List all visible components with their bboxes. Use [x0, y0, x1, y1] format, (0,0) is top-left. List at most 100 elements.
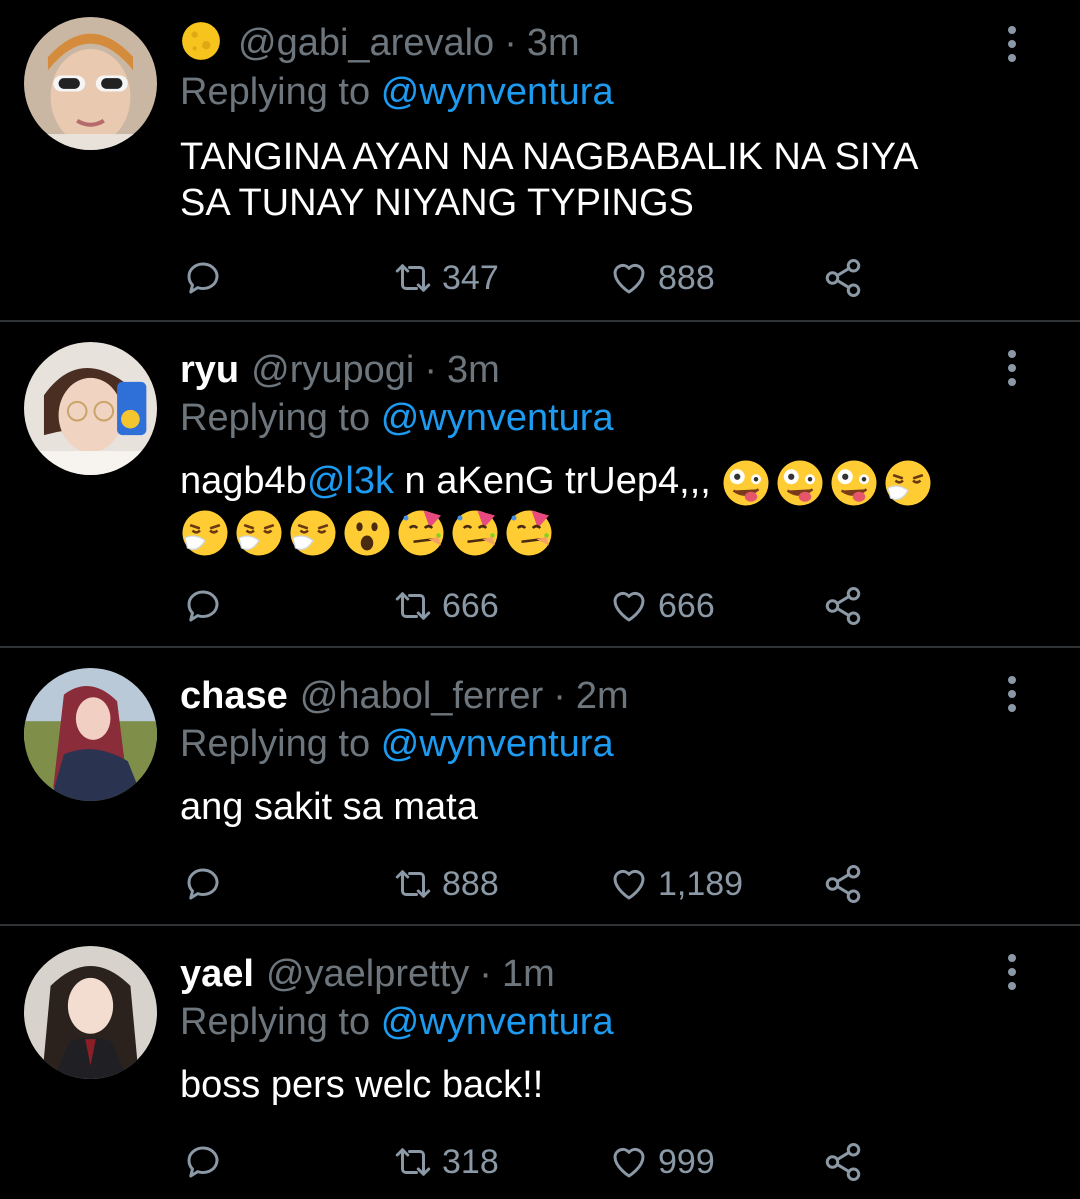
timestamp[interactable]: 2m [576, 675, 629, 717]
tweet-actions: 666 666 [180, 584, 880, 628]
tweet-actions: 347 888 [180, 256, 880, 300]
tweet-reply[interactable]: chase @habol_ferrer · 2m Replying to @wynve… [0, 648, 1080, 924]
zany-face-emoji-icon [777, 460, 823, 506]
more-options-icon[interactable] [1000, 350, 1024, 390]
zany-face-emoji-icon [723, 460, 769, 506]
reply-icon [187, 868, 219, 900]
sneezing-face-emoji-icon [290, 510, 336, 556]
astonished-face-emoji-icon [344, 510, 390, 556]
avatar-image [24, 342, 157, 475]
inline-mention[interactable]: @l3k [307, 460, 394, 502]
more-options-icon[interactable] [1000, 676, 1024, 716]
replying-to: Replying to @wynventura [180, 723, 614, 765]
replying-to-mention[interactable]: @wynventura [381, 71, 614, 113]
replying-to: Replying to @wynventura [180, 71, 614, 113]
like-count: 888 [658, 258, 715, 297]
tweet-header: chase @habol_ferrer · 2m [180, 675, 629, 717]
retweet-count: 666 [442, 586, 499, 625]
retweet-count: 318 [442, 1142, 499, 1181]
sneezing-face-emoji-icon [236, 510, 282, 556]
reply-icon [187, 1146, 219, 1178]
tweet-actions: 888 1,189 [180, 862, 880, 906]
avatar-image [24, 17, 157, 150]
more-options-icon[interactable] [1000, 954, 1024, 994]
emoji-group [721, 460, 937, 506]
avatar[interactable] [24, 342, 157, 475]
timestamp[interactable]: 1m [502, 953, 555, 995]
replying-to-mention[interactable]: @wynventura [381, 1001, 614, 1043]
more-options-icon[interactable] [1000, 26, 1024, 66]
like-count: 999 [658, 1142, 715, 1181]
emoji-group [180, 508, 558, 558]
like-count: 1,189 [658, 864, 744, 903]
tweet-reply[interactable]: @gabi_arevalo · 3m Replying to @wynventura… [0, 0, 1080, 320]
heart-icon [613, 869, 645, 900]
heart-icon [613, 263, 645, 294]
retweet-count: 888 [442, 864, 499, 903]
sneezing-face-emoji-icon [182, 510, 228, 556]
heart-icon [613, 591, 645, 622]
avatar[interactable] [24, 17, 157, 150]
handle[interactable]: @yaelpretty [266, 953, 469, 995]
partying-face-emoji-icon [398, 510, 444, 556]
timestamp[interactable]: 3m [527, 22, 580, 64]
like-button[interactable]: 999 [608, 1140, 715, 1184]
tweet-header: @gabi_arevalo · 3m [180, 20, 580, 65]
avatar-image [24, 946, 157, 1079]
retweet-button[interactable]: 888 [392, 862, 499, 906]
share-button[interactable] [822, 862, 872, 906]
crescent-moon-emoji-icon [182, 22, 220, 60]
avatar[interactable] [24, 668, 157, 801]
replying-to-mention[interactable]: @wynventura [381, 723, 614, 765]
reply-button[interactable] [182, 1140, 232, 1184]
retweet-icon [395, 870, 431, 898]
retweet-icon [395, 1148, 431, 1176]
reply-button[interactable] [182, 256, 232, 300]
share-icon [825, 587, 861, 625]
tweet-text: boss pers welc back!! [180, 1064, 544, 1106]
share-icon [825, 865, 861, 903]
replying-to-mention[interactable]: @wynventura [381, 397, 614, 439]
handle[interactable]: @ryupogi [251, 349, 414, 391]
share-button[interactable] [822, 1140, 872, 1184]
retweet-button[interactable]: 347 [392, 256, 499, 300]
display-name[interactable]: chase [180, 675, 288, 717]
partying-face-emoji-icon [506, 510, 552, 556]
handle[interactable]: @gabi_arevalo [238, 22, 494, 64]
reply-icon [187, 590, 219, 622]
like-button[interactable]: 1,189 [608, 862, 743, 906]
like-button[interactable]: 888 [608, 256, 715, 300]
share-icon [825, 1143, 861, 1181]
tweet-text: TANGINA AYAN NA NAGBABALIK NA SIYA SA TU… [180, 136, 919, 224]
reply-button[interactable] [182, 584, 232, 628]
tweet-header: yael @yaelpretty · 1m [180, 953, 555, 995]
avatar[interactable] [24, 946, 157, 1079]
tweet-header: ryu @ryupogi · 3m [180, 349, 500, 391]
tweet-actions: 318 999 [180, 1140, 880, 1184]
retweet-icon [395, 592, 431, 620]
replying-to: Replying to @wynventura [180, 397, 614, 439]
retweet-icon [395, 264, 431, 292]
retweet-button[interactable]: 666 [392, 584, 499, 628]
retweet-button[interactable]: 318 [392, 1140, 499, 1184]
zany-face-emoji-icon [831, 460, 877, 506]
reply-button[interactable] [182, 862, 232, 906]
display-name[interactable]: ryu [180, 349, 239, 391]
handle[interactable]: @habol_ferrer [300, 675, 543, 717]
tweet-reply[interactable]: ryu @ryupogi · 3m Replying to @wynventura n… [0, 322, 1080, 646]
timestamp[interactable]: 3m [447, 349, 500, 391]
partying-face-emoji-icon [452, 510, 498, 556]
avatar-image [24, 668, 157, 801]
retweet-count: 347 [442, 258, 499, 297]
like-count: 666 [658, 586, 715, 625]
tweet-text: ang sakit sa mata [180, 786, 478, 828]
tweet-reply[interactable]: yael @yaelpretty · 1m Replying to @wynventu… [0, 926, 1080, 1199]
display-name[interactable]: yael [180, 953, 254, 995]
share-button[interactable] [822, 584, 872, 628]
share-button[interactable] [822, 256, 872, 300]
tweet-text: nagb4b@l3k n aKenG trUep4,,, [180, 458, 1040, 508]
heart-icon [613, 1147, 645, 1178]
like-button[interactable]: 666 [608, 584, 715, 628]
reply-icon [187, 262, 219, 294]
replying-to: Replying to @wynventura [180, 1001, 614, 1043]
